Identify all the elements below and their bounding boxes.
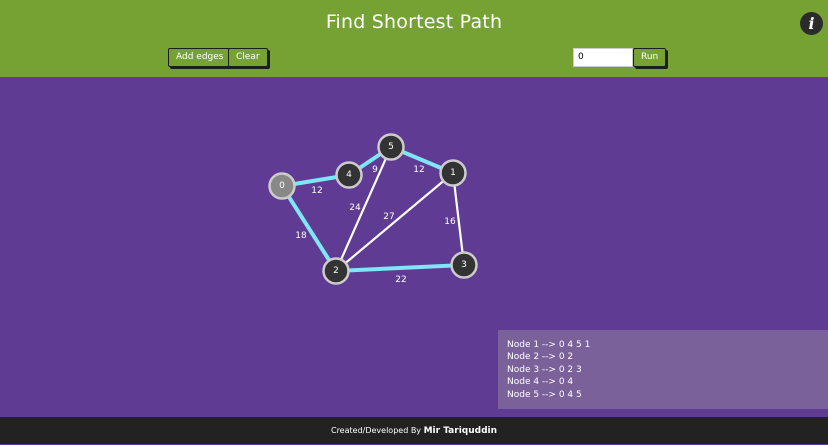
graph-node-2[interactable]: 2 [322, 257, 350, 285]
node-label: 0 [279, 181, 285, 191]
header-bar: Find Shortest Path i Add edges Clear Run [0, 0, 828, 77]
footer-credit: Created/Developed By [330, 426, 422, 435]
edge-weight-4-5: 9 [372, 165, 378, 175]
edge-weight-1-3: 16 [444, 217, 456, 227]
clear-button[interactable]: Clear [228, 48, 268, 67]
node-label: 2 [333, 266, 339, 276]
graph-node-4[interactable]: 4 [335, 161, 363, 189]
node-label: 1 [450, 168, 456, 178]
footer-author: Mir Tariquddin [423, 426, 498, 436]
node-label: 3 [461, 260, 467, 270]
add-edges-button[interactable]: Add edges [168, 48, 232, 67]
edge-0-2 [280, 184, 338, 273]
edge-weight-0-2: 18 [295, 231, 307, 241]
graph-node-3[interactable]: 3 [450, 251, 478, 279]
footer: Created/Developed By Mir Tariquddin [0, 417, 828, 444]
result-line: Node 5 --> 0 4 5 [507, 389, 582, 400]
edge-weight-5-1: 12 [413, 165, 424, 175]
result-line: Node 4 --> 0 4 [507, 377, 574, 388]
edge-weight-2-5: 24 [349, 203, 361, 213]
edge-weight-2-3: 22 [395, 275, 406, 285]
result-line: Node 3 --> 0 2 3 [507, 364, 582, 375]
result-line: Node 1 --> 0 4 5 1 [507, 340, 591, 350]
result-line: Node 2 --> 0 2 [507, 352, 574, 363]
page-title: Find Shortest Path [325, 11, 503, 33]
info-icon[interactable]: i [800, 12, 823, 35]
results-panel: Node 1 --> 0 4 5 1 Node 2 --> 0 2 Node 3… [498, 330, 828, 409]
edge-2-3 [334, 263, 466, 273]
run-button[interactable]: Run [633, 48, 667, 67]
node-label: 4 [346, 170, 352, 180]
graph-node-1[interactable]: 1 [439, 159, 467, 187]
source-node-input[interactable] [573, 48, 633, 67]
graph-node-0[interactable]: 0 [268, 172, 296, 200]
graph-node-5[interactable]: 5 [377, 133, 405, 161]
edge-weight-0-4: 12 [311, 186, 322, 196]
node-label: 5 [388, 142, 394, 152]
edge-weight-2-1: 27 [383, 212, 394, 222]
